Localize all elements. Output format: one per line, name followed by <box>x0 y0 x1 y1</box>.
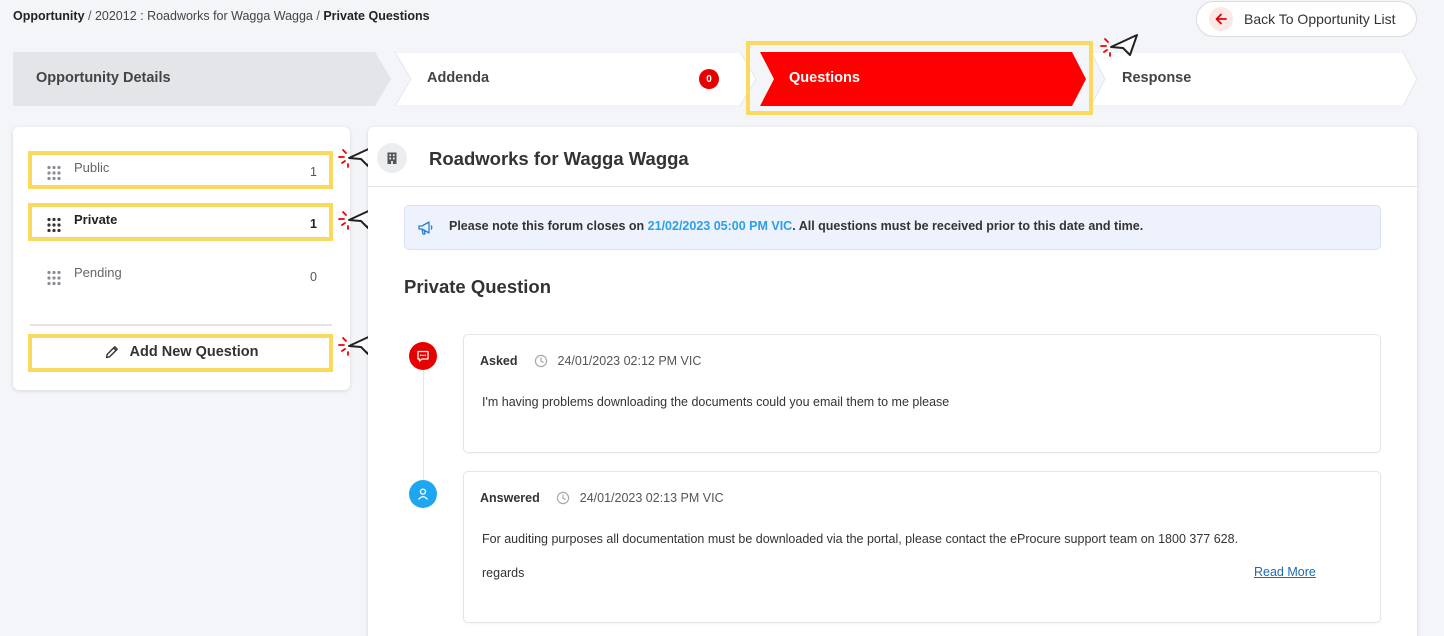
user-icon <box>409 480 437 508</box>
category-public[interactable]: Public 1 <box>32 160 325 184</box>
add-new-question-button[interactable]: Add New Question <box>30 336 332 368</box>
add-question-label: Add New Question <box>129 344 259 360</box>
title-divider <box>368 186 1417 187</box>
category-count: 1 <box>310 165 317 179</box>
step-addenda[interactable]: Addenda <box>427 70 489 86</box>
question-timestamp: 24/01/2023 02:12 PM VIC <box>557 354 702 368</box>
breadcrumb-current: Private Questions <box>323 9 430 23</box>
step-questions[interactable]: Questions <box>789 70 860 86</box>
step-opportunity-details[interactable]: Opportunity Details <box>36 70 171 86</box>
grip-dots-icon <box>47 217 61 233</box>
answer-signoff: regards <box>482 566 525 580</box>
opportunity-title: Roadworks for Wagga Wagga <box>429 148 689 169</box>
forum-close-notice: Please note this forum closes on 21/02/2… <box>404 205 1381 250</box>
category-count: 1 <box>310 217 317 231</box>
breadcrumb-opportunity[interactable]: 202012 : Roadworks for Wagga Wagga <box>95 9 313 23</box>
step-response[interactable]: Response <box>1122 70 1191 86</box>
grip-dots-icon <box>47 270 61 286</box>
chat-icon <box>409 342 437 370</box>
breadcrumb-root[interactable]: Opportunity <box>13 9 85 23</box>
pointer-cursor-icon <box>1100 34 1138 57</box>
notice-close-date: 21/02/2023 05:00 PM VIC <box>647 219 793 233</box>
arrow-left-icon <box>1209 7 1233 31</box>
category-private[interactable]: Private 1 <box>32 212 325 236</box>
question-text: I'm having problems downloading the docu… <box>482 395 950 409</box>
pencil-icon <box>105 346 118 359</box>
answer-text: For auditing purposes all documentation … <box>482 532 1239 546</box>
answer-type: Answered <box>480 491 540 505</box>
section-title: Private Question <box>404 276 552 297</box>
category-count: 0 <box>310 270 317 284</box>
category-label: Public <box>74 160 110 175</box>
answer-header: Answered 24/01/2023 02:13 PM VIC <box>480 491 724 505</box>
category-label: Private <box>74 212 118 227</box>
answer-card: Answered 24/01/2023 02:13 PM VIC For aud… <box>463 471 1381 623</box>
notice-text: Please note this forum closes on 21/02/2… <box>449 219 1143 233</box>
megaphone-icon <box>418 221 433 235</box>
grip-dots-icon <box>47 165 61 181</box>
breadcrumb: Opportunity / 202012 : Roadworks for Wag… <box>13 9 430 23</box>
panel-divider <box>30 324 332 326</box>
notice-suffix: . All questions must be received prior t… <box>792 219 1144 233</box>
timeline-line <box>423 370 424 482</box>
question-type: Asked <box>480 354 518 368</box>
clock-icon <box>534 354 547 368</box>
clock-icon <box>556 491 569 505</box>
back-to-list-button[interactable]: Back To Opportunity List <box>1196 1 1417 37</box>
question-card: Asked 24/01/2023 02:12 PM VIC I'm having… <box>463 334 1381 453</box>
back-button-label: Back To Opportunity List <box>1244 11 1396 27</box>
answer-timestamp: 24/01/2023 02:13 PM VIC <box>579 491 724 505</box>
breadcrumb-separator: / <box>84 9 95 23</box>
category-label: Pending <box>74 265 122 280</box>
breadcrumb-separator: / <box>312 9 324 23</box>
addenda-count-badge: 0 <box>699 69 719 89</box>
building-icon <box>377 143 407 173</box>
question-header: Asked 24/01/2023 02:12 PM VIC <box>480 354 701 368</box>
read-more-link[interactable]: Read More <box>1254 565 1316 579</box>
category-pending[interactable]: Pending 0 <box>32 265 325 289</box>
step-progress-bar: Opportunity Details Addenda 0 Questions … <box>13 52 1417 106</box>
notice-prefix: Please note this forum closes on <box>449 219 648 233</box>
